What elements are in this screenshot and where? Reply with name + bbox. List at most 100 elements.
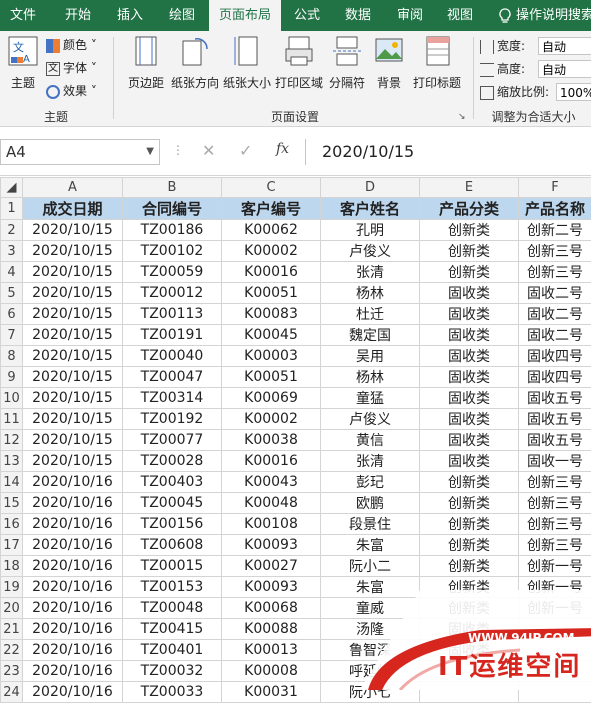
table-cell[interactable]: TZ00153 <box>123 577 222 598</box>
width-select[interactable]: 自动 <box>538 37 591 55</box>
table-cell[interactable]: K00108 <box>222 514 321 535</box>
table-cell[interactable]: 2020/10/16 <box>23 577 123 598</box>
row-header[interactable]: 15 <box>1 493 23 514</box>
table-cell[interactable]: 卢俊义 <box>321 241 420 262</box>
table-cell[interactable]: 创新三号 <box>519 514 591 535</box>
row-header[interactable]: 11 <box>1 409 23 430</box>
table-cell[interactable]: TZ00045 <box>123 493 222 514</box>
table-cell[interactable]: K00003 <box>222 346 321 367</box>
height-select[interactable]: 自动 <box>538 60 591 78</box>
name-box[interactable]: A4 ▼ <box>0 139 160 165</box>
table-cell[interactable]: K00069 <box>222 388 321 409</box>
table-cell[interactable]: TZ00156 <box>123 514 222 535</box>
table-cell[interactable]: TZ00040 <box>123 346 222 367</box>
table-cell[interactable]: 2020/10/16 <box>23 472 123 493</box>
table-cell[interactable]: TZ00401 <box>123 640 222 661</box>
table-cell[interactable]: TZ00415 <box>123 619 222 640</box>
table-cell[interactable]: 固收类 <box>420 409 519 430</box>
size-button[interactable]: 纸张大小 <box>222 35 272 91</box>
table-cell[interactable]: K00045 <box>222 325 321 346</box>
print-area-button[interactable]: 打印区域 <box>274 35 324 91</box>
table-cell[interactable]: 创新类 <box>420 262 519 283</box>
table-cell[interactable]: 2020/10/15 <box>23 367 123 388</box>
table-cell[interactable]: TZ00186 <box>123 220 222 241</box>
row-header[interactable]: 3 <box>1 241 23 262</box>
table-cell[interactable]: 2020/10/16 <box>23 682 123 703</box>
table-cell[interactable]: 2020/10/16 <box>23 556 123 577</box>
table-cell[interactable]: 创新类 <box>420 514 519 535</box>
header-cell[interactable]: 产品分类 <box>420 198 519 220</box>
table-cell[interactable]: K00088 <box>222 619 321 640</box>
table-cell[interactable]: 2020/10/15 <box>23 325 123 346</box>
table-cell[interactable]: K00008 <box>222 661 321 682</box>
row-header[interactable]: 7 <box>1 325 23 346</box>
row-header[interactable]: 16 <box>1 514 23 535</box>
row-header[interactable]: 10 <box>1 388 23 409</box>
row-header[interactable]: 24 <box>1 682 23 703</box>
table-cell[interactable]: 创新类 <box>420 472 519 493</box>
column-header[interactable]: A <box>23 178 123 198</box>
table-cell[interactable]: TZ00403 <box>123 472 222 493</box>
table-cell[interactable]: 2020/10/16 <box>23 535 123 556</box>
table-cell[interactable]: 2020/10/15 <box>23 304 123 325</box>
table-cell[interactable]: 创新三号 <box>519 241 591 262</box>
row-header[interactable]: 20 <box>1 598 23 619</box>
row-header[interactable]: 21 <box>1 619 23 640</box>
row-header[interactable]: 6 <box>1 304 23 325</box>
table-cell[interactable]: 创新三号 <box>519 493 591 514</box>
table-cell[interactable]: 张清 <box>321 262 420 283</box>
column-header[interactable]: E <box>420 178 519 198</box>
table-cell[interactable]: 固收类 <box>420 430 519 451</box>
page-setup-launcher[interactable]: ↘ <box>458 112 466 122</box>
table-cell[interactable]: 2020/10/15 <box>23 241 123 262</box>
table-cell[interactable]: 段景住 <box>321 514 420 535</box>
table-cell[interactable]: 创新类 <box>420 556 519 577</box>
table-cell[interactable]: K00093 <box>222 535 321 556</box>
table-cell[interactable]: 2020/10/15 <box>23 283 123 304</box>
scale-spinner[interactable]: 100% <box>556 83 591 101</box>
tab-insert[interactable]: 插入 <box>104 0 156 31</box>
row-header[interactable]: 13 <box>1 451 23 472</box>
enter-icon[interactable]: ✓ <box>239 141 252 160</box>
formula-input[interactable]: 2020/10/15 <box>305 139 591 165</box>
table-cell[interactable]: 2020/10/16 <box>23 661 123 682</box>
orientation-button[interactable]: 纸张方向 <box>170 35 220 91</box>
table-cell[interactable]: K00062 <box>222 220 321 241</box>
table-cell[interactable]: 固收五号 <box>519 388 591 409</box>
table-cell[interactable]: 2020/10/15 <box>23 262 123 283</box>
table-cell[interactable]: TZ00047 <box>123 367 222 388</box>
row-header[interactable]: 22 <box>1 640 23 661</box>
table-cell[interactable]: 2020/10/16 <box>23 598 123 619</box>
table-cell[interactable]: 固收类 <box>420 346 519 367</box>
table-cell[interactable]: K00027 <box>222 556 321 577</box>
tab-file[interactable]: 文件 <box>0 0 46 31</box>
table-cell[interactable]: TZ00015 <box>123 556 222 577</box>
table-cell[interactable]: 杨林 <box>321 367 420 388</box>
table-cell[interactable]: 固收类 <box>420 283 519 304</box>
table-cell[interactable]: K00051 <box>222 367 321 388</box>
tab-page-layout[interactable]: 页面布局 <box>209 0 281 33</box>
breaks-button[interactable]: 分隔符 <box>328 35 366 91</box>
table-cell[interactable]: 固收一号 <box>519 451 591 472</box>
table-cell[interactable]: K00038 <box>222 430 321 451</box>
header-cell[interactable]: 成交日期 <box>23 198 123 220</box>
table-cell[interactable]: 固收四号 <box>519 367 591 388</box>
row-header[interactable]: 5 <box>1 283 23 304</box>
table-cell[interactable]: 彭玘 <box>321 472 420 493</box>
tab-view[interactable]: 视图 <box>436 0 484 31</box>
background-button[interactable]: 背景 <box>371 35 407 91</box>
table-cell[interactable]: 张清 <box>321 451 420 472</box>
tab-draw[interactable]: 绘图 <box>156 0 208 31</box>
column-header[interactable]: D <box>321 178 420 198</box>
header-cell[interactable]: 客户编号 <box>222 198 321 220</box>
fonts-button[interactable]: 文字体 ˅ <box>46 58 97 78</box>
table-cell[interactable]: 2020/10/15 <box>23 451 123 472</box>
table-cell[interactable]: 固收四号 <box>519 346 591 367</box>
colors-button[interactable]: 颜色 ˅ <box>46 35 97 55</box>
table-cell[interactable]: 创新三号 <box>519 535 591 556</box>
table-cell[interactable]: TZ00192 <box>123 409 222 430</box>
table-cell[interactable]: K00013 <box>222 640 321 661</box>
table-cell[interactable]: 固收二号 <box>519 283 591 304</box>
table-cell[interactable]: 固收五号 <box>519 409 591 430</box>
table-cell[interactable]: 魏定国 <box>321 325 420 346</box>
